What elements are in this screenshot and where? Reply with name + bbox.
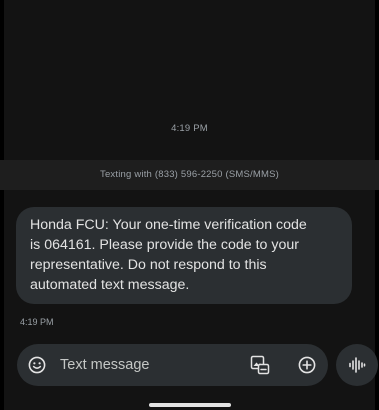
incoming-message-bubble[interactable]: Honda FCU: Your one-time verification co… [16,207,352,304]
message-line: Honda FCU: Your one-time verification co… [30,217,307,233]
message-timestamp: 4:19 PM [20,317,54,327]
message-line: is 064161. Please provide the code to yo… [30,237,299,253]
messages-screen: 4:19 PM Texting with (833) 596-2250 (SMS… [0,0,379,410]
texting-with-banner: Texting with (833) 596-2250 (SMS/MMS) [0,160,379,190]
voice-message-button[interactable] [336,344,378,386]
conversation-timestamp: 4:19 PM [171,123,208,134]
add-circle-icon[interactable] [298,356,316,374]
message-line: automated text message. [30,277,190,293]
voice-waveform-icon [349,357,366,373]
text-message-input[interactable] [60,344,230,386]
screen-edge-left [0,0,4,410]
message-line: representative. Do not respond to this [30,257,267,273]
gesture-home-indicator[interactable] [149,403,231,407]
screen-edge-right [375,0,379,410]
image-gallery-icon[interactable] [250,355,270,375]
smiley-face-icon[interactable] [28,356,46,374]
compose-bar [17,344,328,386]
